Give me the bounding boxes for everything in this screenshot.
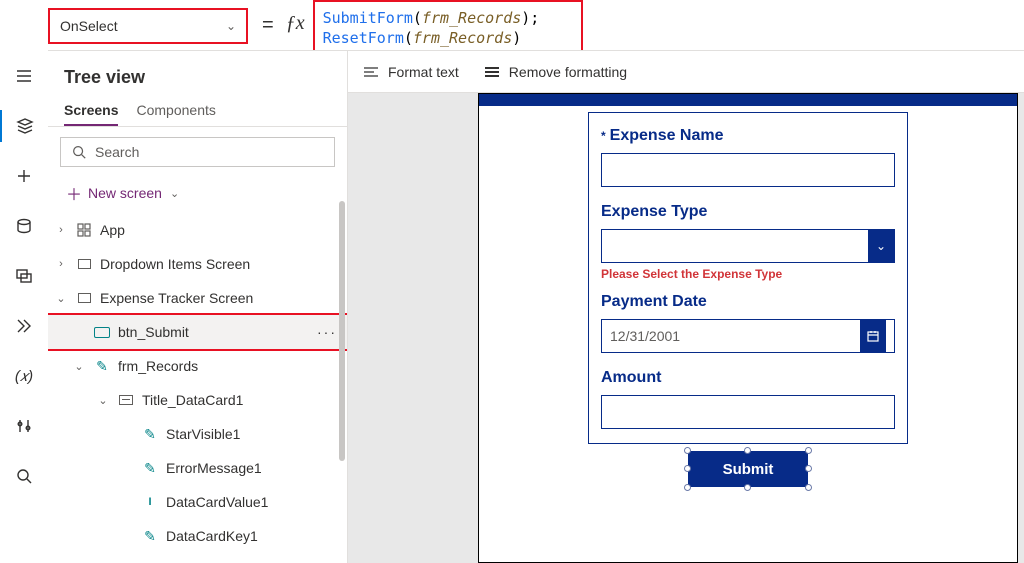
tree-item-expense-screen[interactable]: ⌄ Expense Tracker Screen: [48, 281, 347, 315]
data-icon[interactable]: [8, 210, 40, 242]
tree-item-dropdown-screen[interactable]: › Dropdown Items Screen: [48, 247, 347, 281]
submit-button[interactable]: Submit: [688, 451, 808, 487]
tab-components[interactable]: Components: [136, 96, 215, 126]
tree-item-app[interactable]: › App: [48, 213, 347, 247]
payment-date-label: Payment Date: [601, 293, 895, 311]
amount-label: Amount: [601, 369, 895, 387]
property-selector[interactable]: OnSelect ⌄: [48, 8, 248, 44]
formula-format-bar: Format text Remove formatting: [348, 51, 1024, 93]
tree-item-frm-records[interactable]: ⌄ ✎ frm_Records: [48, 349, 347, 383]
tree-item-datacardkey[interactable]: ✎ DataCardKey1: [48, 519, 347, 553]
variables-icon[interactable]: (𝑥): [8, 360, 40, 392]
tree-view-title: Tree view: [48, 51, 347, 96]
tree-view-icon[interactable]: [0, 110, 48, 142]
hamburger-icon[interactable]: [8, 60, 40, 92]
expense-type-error: Please Select the Expense Type: [601, 267, 895, 281]
media-icon[interactable]: [8, 260, 40, 292]
tree-list: › App › Dropdown Items Screen ⌄ Expense …: [48, 213, 347, 563]
plus-icon: ＋: [66, 181, 82, 205]
tree-view-panel: Tree view Screens Components Search ＋ Ne…: [48, 51, 348, 563]
tab-screens[interactable]: Screens: [64, 96, 118, 126]
more-icon[interactable]: ···: [317, 324, 337, 340]
power-automate-icon[interactable]: [8, 310, 40, 342]
insert-icon[interactable]: [8, 160, 40, 192]
device-header-bar: [479, 94, 1017, 106]
property-selector-value: OnSelect: [60, 18, 118, 34]
tree-item-errormessage[interactable]: ✎ ErrorMessage1: [48, 451, 347, 485]
canvas-area: Format text Remove formatting * Expense …: [348, 51, 1024, 563]
left-nav-rail: (𝑥): [0, 50, 48, 492]
expense-type-label: Expense Type: [601, 203, 895, 221]
amount-input[interactable]: [601, 395, 895, 429]
expense-name-input[interactable]: [601, 153, 895, 187]
expense-form-card: * Expense Name Expense Type ⌄ Please Sel…: [588, 112, 908, 444]
search-icon[interactable]: [8, 460, 40, 492]
calendar-icon: [860, 320, 886, 352]
chevron-down-icon: ⌄: [868, 230, 894, 262]
remove-formatting-button[interactable]: Remove formatting: [483, 64, 627, 80]
tree-search[interactable]: Search: [60, 137, 335, 167]
expense-type-select[interactable]: ⌄: [601, 229, 895, 263]
chevron-down-icon: ⌄: [226, 19, 236, 33]
device-preview: * Expense Name Expense Type ⌄ Please Sel…: [478, 93, 1018, 563]
tree-item-title-datacard[interactable]: ⌄ Title_DataCard1: [48, 383, 347, 417]
tree-item-btn-submit[interactable]: btn_Submit ···: [48, 315, 347, 349]
format-text-button[interactable]: Format text: [362, 64, 459, 80]
tree-item-datacardvalue[interactable]: I DataCardValue1: [48, 485, 347, 519]
chevron-down-icon: ⌄: [170, 187, 179, 200]
expense-name-label: * Expense Name: [601, 127, 895, 145]
tree-item-starvisible[interactable]: ✎ StarVisible1: [48, 417, 347, 451]
new-screen-button[interactable]: ＋ New screen ⌄: [48, 177, 347, 213]
tree-scrollbar[interactable]: [339, 201, 345, 461]
tree-search-placeholder: Search: [95, 144, 139, 160]
equals-sign: =: [262, 14, 274, 37]
required-star-icon: *: [601, 129, 606, 143]
fx-icon: ƒx: [286, 12, 305, 35]
advanced-tools-icon[interactable]: [8, 410, 40, 442]
payment-date-input[interactable]: 12/31/2001: [601, 319, 895, 353]
